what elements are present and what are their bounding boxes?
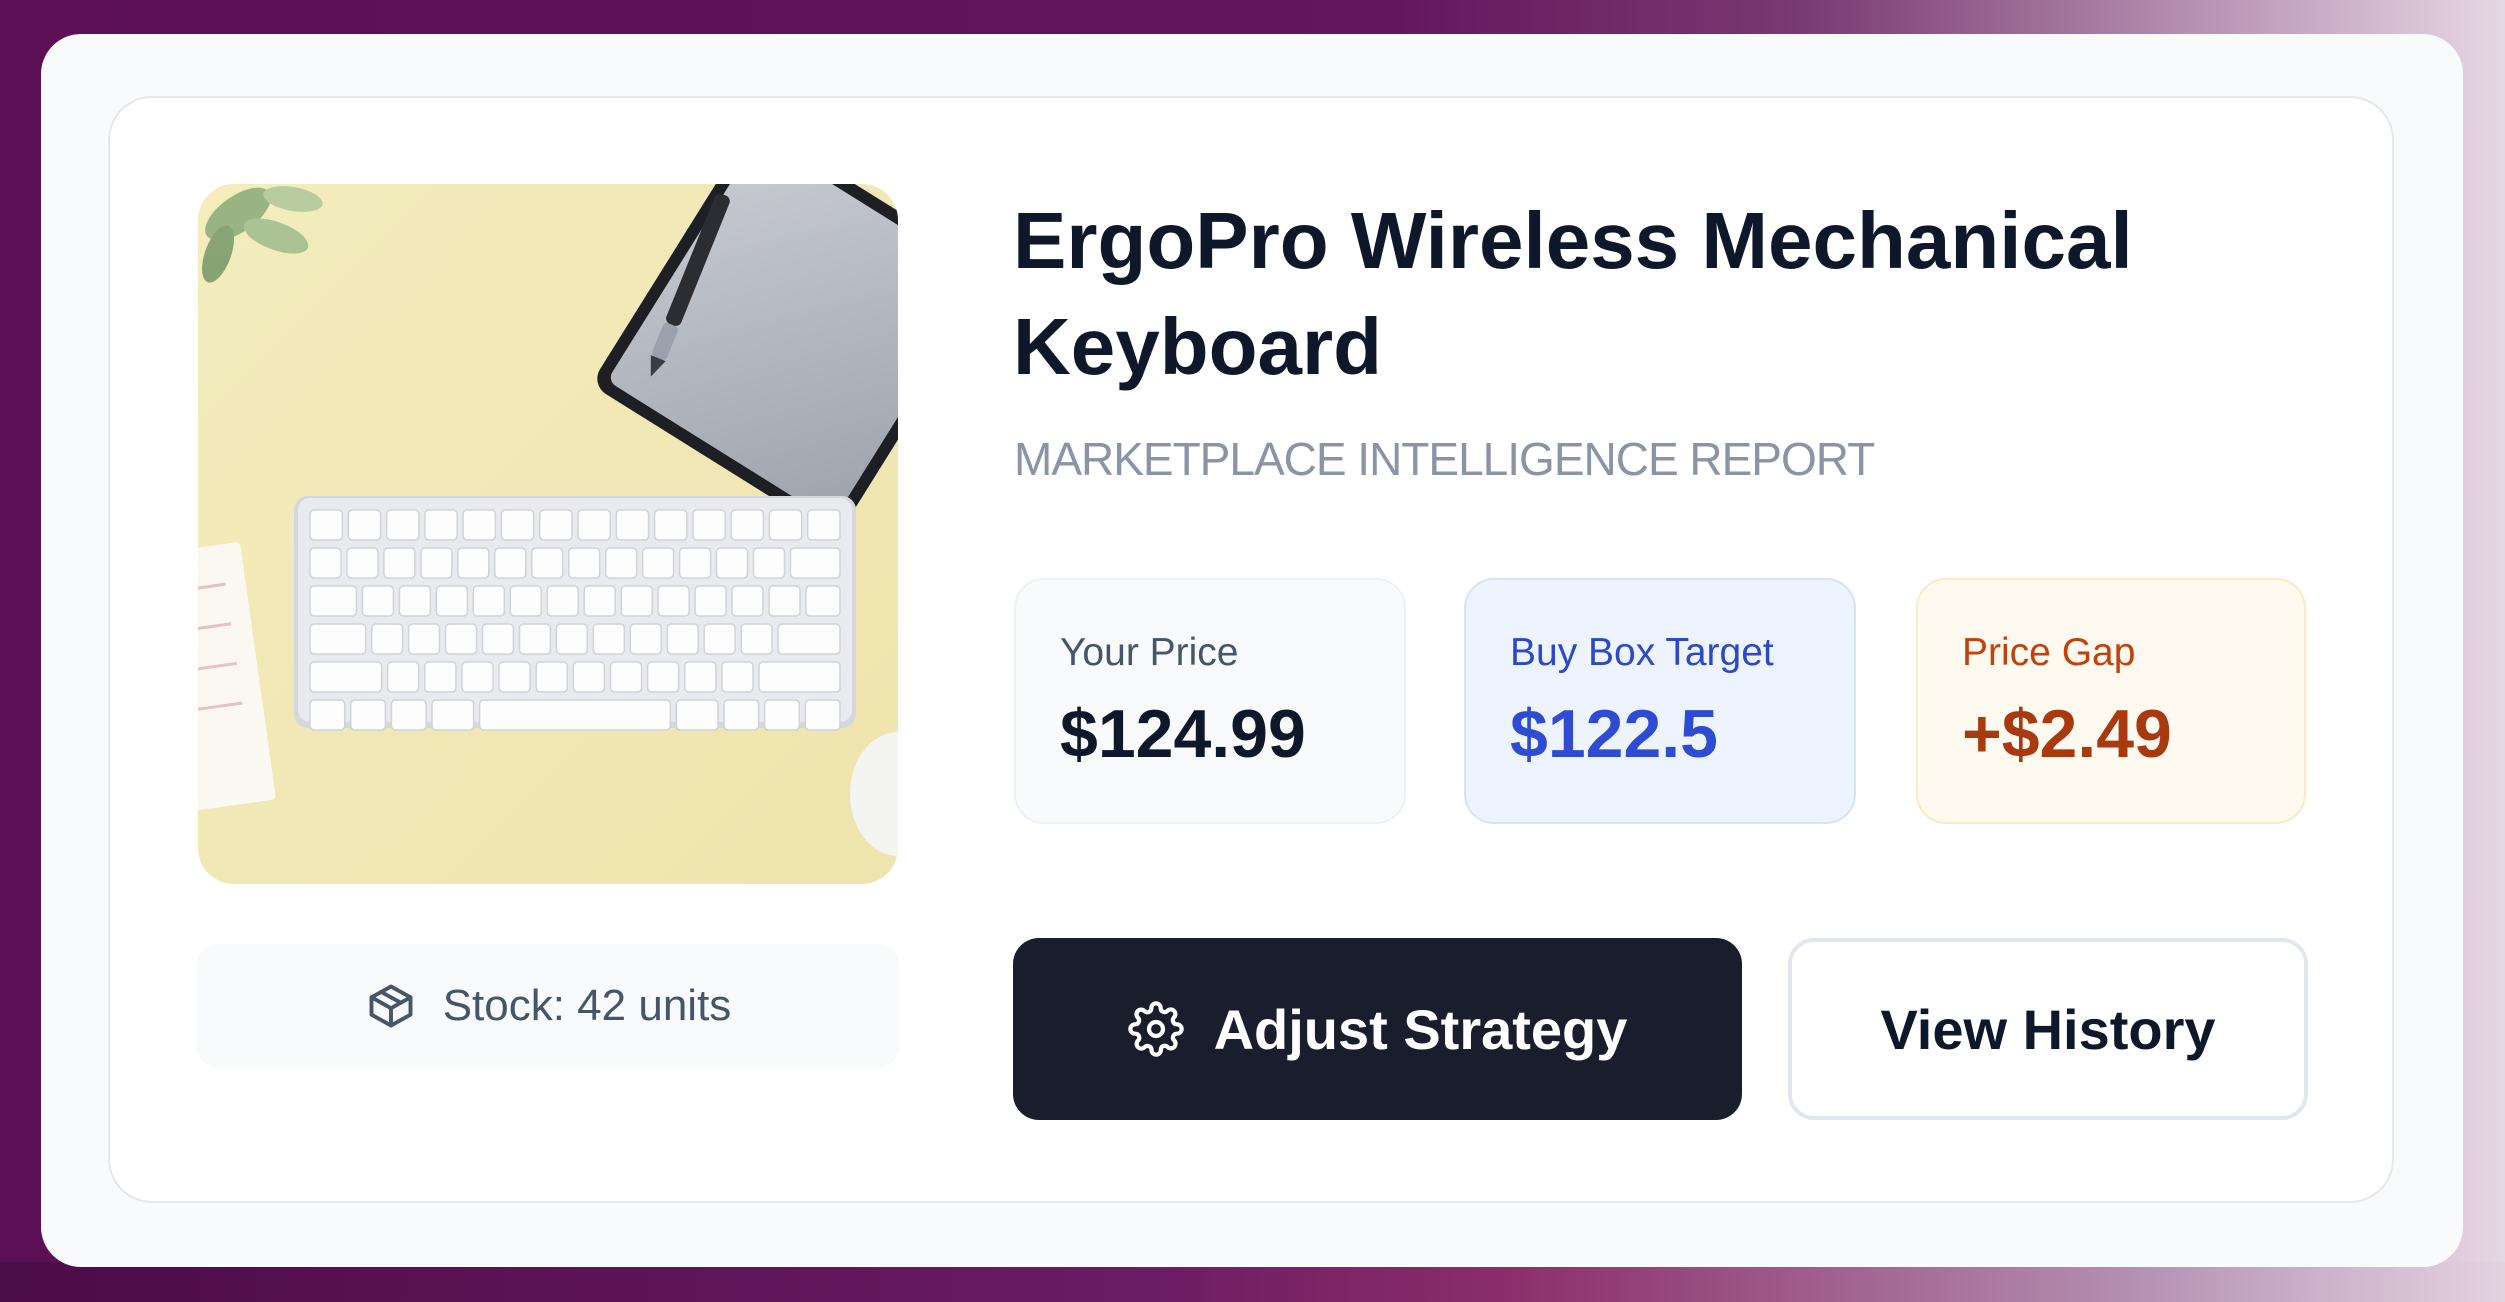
keyboard-key bbox=[675, 699, 719, 731]
keyboard-key bbox=[424, 661, 457, 693]
keyboard-key bbox=[370, 623, 404, 655]
price-gap-value: +$2.49 bbox=[1962, 696, 2172, 772]
keyboard-key bbox=[629, 623, 662, 655]
keyboard-key bbox=[805, 585, 841, 617]
gear-icon bbox=[1127, 1001, 1184, 1057]
keyboard-key bbox=[481, 623, 515, 655]
your-price-label: Your Price bbox=[1060, 631, 1239, 674]
keyboard-key bbox=[592, 623, 626, 655]
keyboard-key bbox=[546, 585, 579, 617]
keyboard-key bbox=[684, 661, 717, 693]
keyboard-key bbox=[309, 509, 344, 541]
keyboard-key bbox=[657, 585, 690, 617]
product-image bbox=[198, 184, 898, 884]
keyboard-key bbox=[309, 623, 367, 655]
keyboard-key bbox=[653, 509, 688, 541]
keyboard-key bbox=[740, 623, 773, 655]
keyboard-key bbox=[609, 661, 643, 693]
your-price-card: Your Price $124.99 bbox=[1014, 578, 1406, 824]
keyboard-key bbox=[347, 509, 382, 541]
adjust-strategy-label: Adjust Strategy bbox=[1213, 997, 1628, 1061]
adjust-strategy-button[interactable]: Adjust Strategy bbox=[1013, 938, 1742, 1120]
keyboard-key bbox=[721, 661, 754, 693]
keyboard-key bbox=[461, 661, 494, 693]
keyboard-key bbox=[678, 547, 712, 579]
buy-box-target-value: $122.5 bbox=[1510, 696, 1718, 772]
keyboard-key bbox=[472, 585, 506, 617]
keyboard-key bbox=[435, 585, 469, 617]
keyboard-key bbox=[457, 547, 490, 579]
keyboard-key bbox=[692, 509, 726, 541]
keyboard-key bbox=[763, 699, 801, 731]
keyboard-key bbox=[309, 547, 342, 579]
keyboard-key bbox=[666, 623, 699, 655]
keyboard-key bbox=[531, 547, 564, 579]
keyboard-key bbox=[572, 661, 606, 693]
keyboard-key bbox=[583, 585, 616, 617]
keyboard-key bbox=[383, 547, 416, 579]
buy-box-target-label: Buy Box Target bbox=[1510, 631, 1774, 674]
price-gap-card: Price Gap +$2.49 bbox=[1916, 578, 2306, 824]
buy-box-target-card: Buy Box Target $122.5 bbox=[1464, 578, 1856, 824]
keyboard-key bbox=[535, 661, 569, 693]
keyboard-key bbox=[509, 585, 543, 617]
keyboard-key bbox=[646, 661, 680, 693]
keyboard-key bbox=[768, 585, 801, 617]
keyboard-key bbox=[789, 547, 841, 579]
keyboard-key bbox=[730, 509, 765, 541]
keyboard-key bbox=[500, 509, 535, 541]
keyboard-key bbox=[361, 585, 395, 617]
keyboard-key bbox=[386, 661, 420, 693]
keyboard-key bbox=[398, 585, 432, 617]
keyboard-key bbox=[518, 623, 552, 655]
product-title: ErgoPro Wireless Mechanical Keyboard bbox=[1013, 196, 2133, 391]
keyboard-key bbox=[478, 699, 672, 731]
stock-indicator: Stock: 42 units bbox=[196, 944, 900, 1068]
keyboard-key bbox=[424, 509, 458, 541]
keyboard-key bbox=[703, 623, 736, 655]
keyboard-key bbox=[390, 699, 427, 731]
keyboard-key bbox=[620, 585, 653, 617]
keyboard-key bbox=[577, 509, 612, 541]
keyboard-key bbox=[768, 509, 803, 541]
keyboard-key bbox=[715, 547, 749, 579]
keyboard-key bbox=[723, 699, 760, 731]
keyboard-key bbox=[567, 547, 601, 579]
price-gap-label: Price Gap bbox=[1962, 631, 2136, 674]
keyboard-key bbox=[431, 699, 475, 731]
keyboard-key bbox=[309, 661, 383, 693]
keyboard-key bbox=[538, 509, 573, 541]
keyboard-key bbox=[604, 547, 638, 579]
background-bottom-strip bbox=[0, 1262, 2505, 1302]
view-history-label: View History bbox=[1880, 997, 2216, 1061]
keyboard-key bbox=[804, 699, 841, 731]
keyboard-key bbox=[309, 585, 358, 617]
keyboard-key bbox=[385, 509, 420, 541]
box-icon bbox=[365, 980, 417, 1032]
keyboard-key bbox=[758, 661, 841, 693]
keyboard-key bbox=[346, 547, 379, 579]
keyboard-key bbox=[494, 547, 527, 579]
keyboard-key bbox=[731, 585, 764, 617]
view-history-button[interactable]: View History bbox=[1788, 938, 2308, 1120]
keyboard-key bbox=[694, 585, 727, 617]
your-price-value: $124.99 bbox=[1060, 696, 1306, 772]
keyboard-illustration bbox=[294, 496, 856, 731]
keyboard-key bbox=[498, 661, 531, 693]
keyboard-key bbox=[444, 623, 478, 655]
keyboard-key bbox=[615, 509, 650, 541]
keyboard-key bbox=[420, 547, 453, 579]
keyboard-key bbox=[407, 623, 441, 655]
keyboard-key bbox=[806, 509, 841, 541]
keyboard-key bbox=[462, 509, 497, 541]
report-subtitle: MARKETPLACE INTELLIGENCE REPORT bbox=[1014, 433, 1875, 485]
keyboard-key bbox=[777, 623, 841, 655]
keyboard-key bbox=[555, 623, 589, 655]
keyboard-key bbox=[349, 699, 387, 731]
keyboard-key bbox=[752, 547, 786, 579]
keyboard-key bbox=[309, 699, 346, 731]
keyboard-key bbox=[641, 547, 675, 579]
stock-text: Stock: 42 units bbox=[442, 981, 732, 1030]
